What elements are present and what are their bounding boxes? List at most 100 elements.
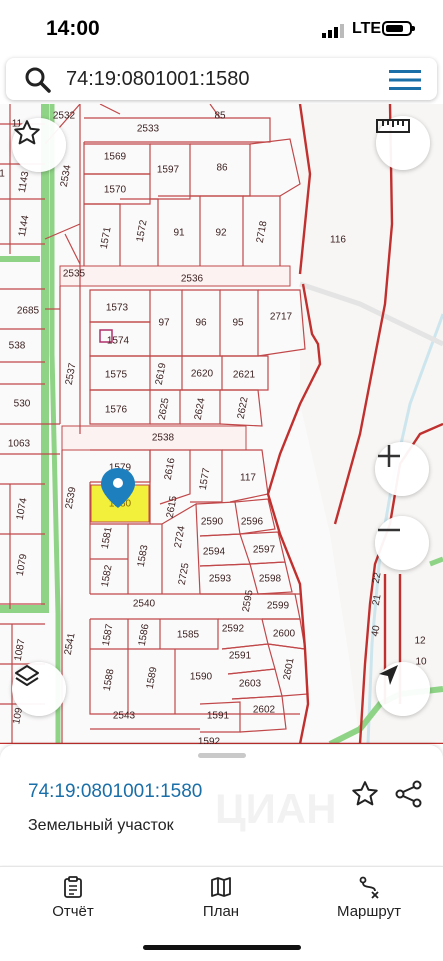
parcel-label: 86 [216, 163, 228, 174]
parcel-label: 1143 [17, 170, 32, 194]
search-input[interactable]: 74:19:0801001:1580 [66, 68, 250, 91]
search-bar[interactable]: 74:19:0801001:1580 [6, 58, 437, 100]
plus-icon [378, 445, 400, 467]
parcel-label: 1597 [157, 165, 180, 176]
parcel-label: 92 [215, 228, 227, 239]
parcel-label: 91 [173, 228, 185, 239]
parcel-label: 530 [14, 399, 31, 410]
parcel-label: 97 [158, 318, 170, 329]
parcel-label: 85 [214, 111, 226, 122]
zoom-out-button[interactable] [375, 516, 429, 570]
zoom-in-button[interactable] [375, 442, 429, 496]
parcel-label: 1588 [102, 668, 117, 692]
star-icon[interactable] [350, 779, 380, 809]
parcel-label: 1590 [190, 672, 213, 683]
parcel-label: 1573 [106, 303, 129, 314]
parcel-label: 1587 [101, 623, 116, 647]
parcel-label: 95 [232, 318, 244, 329]
parcel-label: 2624 [193, 397, 208, 421]
clipboard-icon [64, 876, 82, 898]
parcel-label: 1569 [104, 152, 127, 163]
parcel-label: 2603 [239, 679, 262, 690]
parcel-label: 1144 [17, 214, 32, 238]
cadastral-map[interactable]: 2532 2533 85 1569 1597 86 1570 1571 1572 91 92 2718… [0, 104, 443, 744]
parcel-label: 2534 [59, 164, 74, 188]
parcel-label: 1570 [104, 185, 127, 196]
parcel-label: 1079 [15, 553, 30, 577]
parcel-label: 2591 [229, 651, 252, 662]
parcel-label: 2599 [267, 601, 290, 612]
parcel-label: 2598 [259, 574, 282, 585]
parcel-label: 2625 [157, 397, 172, 421]
parcel-label: 1 [0, 169, 5, 180]
parcel-label: 2541 [63, 632, 78, 656]
parcel-label: 2535 [63, 269, 86, 280]
parcel-label: 2540 [133, 599, 156, 610]
parcel-label: 2616 [163, 457, 178, 481]
parcel-label: 2619 [154, 362, 169, 386]
route-icon [359, 876, 379, 899]
parcel-label: 2543 [113, 711, 136, 722]
battery-icon [382, 21, 415, 36]
share-icon[interactable] [394, 779, 424, 809]
parcel-label: 2601 [282, 657, 297, 681]
parcel-label: 2595 [241, 589, 256, 613]
parcel-label: 96 [195, 318, 207, 329]
parcel-label: 2538 [152, 433, 175, 444]
map-icon [211, 877, 231, 897]
sheet-handle[interactable] [198, 753, 246, 758]
parcel-label: 116 [330, 235, 346, 246]
parcel-label: 1575 [105, 370, 128, 381]
parcel-label: 2592 [222, 624, 245, 635]
cadastral-number: 74:19:0801001:1580 [28, 781, 203, 802]
ruler-button[interactable] [376, 116, 430, 170]
parcel-label: 2717 [270, 312, 293, 323]
layers-icon [15, 665, 39, 686]
parcel-type: Земельный участок [28, 817, 174, 834]
watermark: ЦИАН [215, 785, 337, 832]
favorite-button[interactable] [12, 118, 66, 172]
parcel-label: 1586 [137, 623, 152, 647]
parcel-label: 1571 [99, 226, 114, 250]
search-icon[interactable] [24, 66, 52, 94]
map-canvas[interactable]: 2532 2533 85 1569 1597 86 1570 1571 1572 91 92 2718… [0, 104, 443, 744]
parcel-label: 2597 [253, 545, 276, 556]
parcel-label: 1087 [13, 638, 28, 662]
parcel-label: 1074 [15, 497, 30, 521]
parcel-info-sheet[interactable]: ЦИАН 74:19:0801001:1580 Земельный участо… [0, 745, 443, 865]
parcel-label: 1572 [135, 219, 150, 243]
location-arrow-icon [379, 665, 398, 685]
layers-button[interactable] [12, 662, 66, 716]
parcel-label: 2537 [64, 362, 79, 386]
parcel-label: 117 [240, 473, 256, 484]
parcel-label: 2602 [253, 705, 276, 716]
parcel-label: 538 [9, 341, 26, 352]
tab-route-label: Маршрут [337, 903, 401, 920]
status-time: 14:00 [46, 17, 100, 40]
parcel-label: 2621 [233, 370, 256, 381]
menu-icon[interactable] [389, 68, 421, 92]
parcel-label: 2600 [273, 629, 296, 640]
parcel-label: 1589 [145, 666, 160, 690]
tab-plan-label: План [202, 903, 240, 920]
minus-icon [378, 528, 400, 532]
parcel-label: 1577 [198, 467, 213, 491]
tab-route[interactable]: Маршрут [314, 875, 424, 920]
parcel-label: 2594 [203, 547, 226, 558]
parcel-label: 2622 [236, 396, 251, 420]
tab-report[interactable]: Отчёт [18, 875, 128, 920]
parcel-label: 1583 [136, 544, 151, 568]
network-type: LTE [352, 20, 382, 37]
parcel-label: 1585 [177, 630, 200, 641]
locate-button[interactable] [376, 662, 430, 716]
parcel-label: 1063 [8, 439, 31, 450]
parcel-label: 1582 [100, 564, 115, 588]
parcel-label: 12 [414, 636, 426, 647]
parcel-label: 1592 [198, 737, 221, 744]
parcel-label: 1591 [207, 711, 230, 722]
star-icon [14, 120, 40, 145]
tab-plan[interactable]: План [166, 875, 276, 920]
ruler-icon [376, 119, 410, 133]
status-bar: 14:00 LTE [0, 0, 443, 56]
parcel-label: 2536 [181, 274, 204, 285]
